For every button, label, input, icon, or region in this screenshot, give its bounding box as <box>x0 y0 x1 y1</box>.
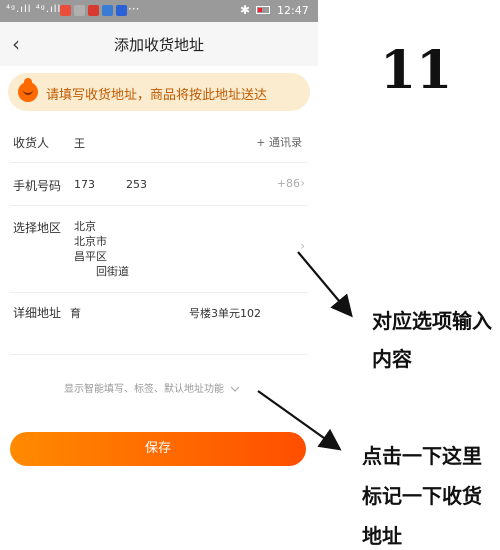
divider <box>10 205 308 206</box>
recipient-label: 收货人 <box>13 136 50 150</box>
notification-icons <box>60 5 127 16</box>
contacts-button[interactable]: + 通讯录 <box>256 134 302 150</box>
app-notification-icon <box>74 5 85 16</box>
signal-icon: ⁴ᵍ.ıll ⁴ᵍ.ıll <box>6 4 62 15</box>
notice-text: 请填写收货地址，商品将按此地址送达 <box>46 88 268 103</box>
battery-icon <box>256 6 270 14</box>
detail-address-input-end[interactable]: 号楼3单元102 <box>189 305 261 321</box>
annotation-note-1-line-1: 对应选项输入 <box>372 309 492 333</box>
smart-fill-toggle[interactable]: 显示智能填写、标签、默认地址功能 <box>64 380 240 395</box>
phone-label: 手机号码 <box>13 179 62 193</box>
region-district: 昌平区 <box>74 250 107 263</box>
nav-bar: ‹ 添加收货地址 <box>0 22 318 66</box>
step-number: 11 <box>380 40 453 101</box>
country-code-select[interactable]: +86 <box>277 177 300 190</box>
divider <box>10 292 308 293</box>
region-province: 北京 <box>74 220 96 233</box>
status-bar: ⁴ᵍ.ıll ⁴ᵍ.ıll ··· ✱ 12:47 <box>0 0 318 22</box>
more-notifications-icon: ··· <box>128 2 140 16</box>
recipient-row[interactable]: 收货人 王 + 通讯录 <box>0 134 318 154</box>
divider <box>10 162 308 163</box>
annotation-note-1-line-2: 内容 <box>372 347 412 371</box>
region-label: 选择地区 <box>13 221 62 235</box>
divider <box>10 354 308 355</box>
app-notification-icon <box>60 5 71 16</box>
detail-address-label: 详细地址 <box>13 306 62 320</box>
phone-screen: ⁴ᵍ.ıll ⁴ᵍ.ıll ··· ✱ 12:47 ‹ 添加收货地址 请填写收货… <box>0 0 318 550</box>
region-street: 回街道 <box>96 265 129 278</box>
status-time: 12:47 <box>277 4 309 17</box>
phone-input-start[interactable]: 173 <box>74 178 95 191</box>
notice-banner: 请填写收货地址，商品将按此地址送达 <box>8 73 310 111</box>
recipient-input[interactable]: 王 <box>74 135 85 151</box>
chevron-down-icon <box>230 386 240 392</box>
app-notification-icon <box>116 5 127 16</box>
phone-row[interactable]: 手机号码 173 253 +86 › <box>0 176 318 197</box>
region-city: 北京市 <box>74 235 107 248</box>
annotation-note-2-line-2: 标记一下收货 <box>362 484 482 508</box>
annotation-note-2-line-1: 点击一下这里 <box>362 444 482 468</box>
detail-address-row[interactable]: 详细地址 育 号楼3单元102 <box>0 304 318 324</box>
chevron-right-icon: › <box>300 176 305 190</box>
region-row[interactable]: 选择地区 北京 北京市 昌平区 回街道 › <box>0 219 318 281</box>
annotation-note-2-line-3: 地址 <box>362 524 402 548</box>
region-value[interactable]: 北京 北京市 昌平区 回街道 <box>74 219 129 279</box>
bluetooth-icon: ✱ <box>240 3 251 17</box>
detail-address-input-start[interactable]: 育 <box>70 305 81 321</box>
save-button[interactable]: 保存 <box>10 432 306 466</box>
app-notification-icon <box>88 5 99 16</box>
mascot-icon <box>18 78 38 102</box>
chevron-right-icon: › <box>300 239 305 253</box>
smart-fill-text: 显示智能填写、标签、默认地址功能 <box>64 384 224 395</box>
page-title: 添加收货地址 <box>113 36 204 54</box>
app-notification-icon <box>102 5 113 16</box>
phone-input-end[interactable]: 253 <box>126 178 147 191</box>
